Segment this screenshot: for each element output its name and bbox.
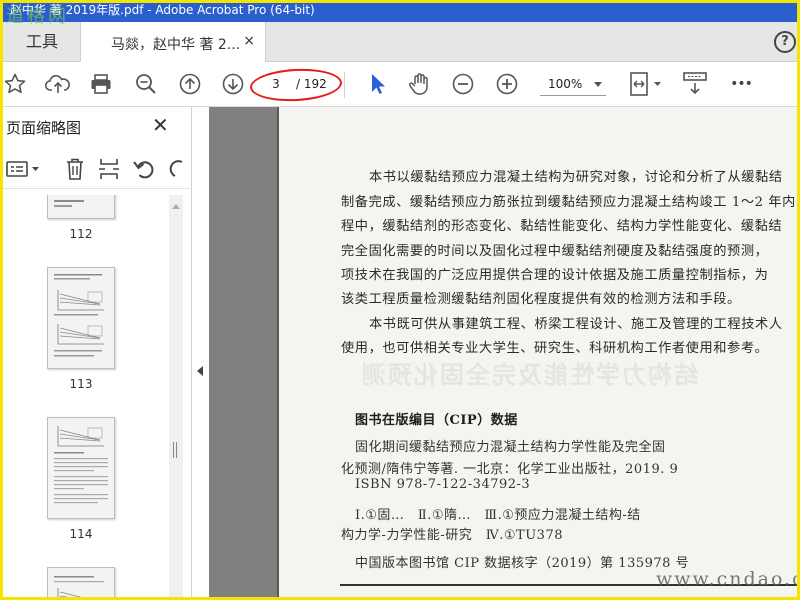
thumbnail-page-label: 113 xyxy=(69,377,93,391)
body-text-line: 本书以缓黏结预应力混凝土结构为研究对象，讨论和分析了从缓黏结 xyxy=(369,170,783,185)
read-mode-icon[interactable] xyxy=(680,70,710,98)
cip-text-line: 化预测/隋伟宁等著. 一北京：化学工业出版社，2019. 9 xyxy=(341,462,679,477)
thumbnail-page-label: 112 xyxy=(69,227,93,241)
cip-text-line: 中国版本图书馆 CIP 数据核字（2019）第 135978 号 xyxy=(355,556,690,571)
page-thumbnail[interactable] xyxy=(47,567,115,600)
body-text-line: 完全固化需要的时间以及固化过程中缓黏结剂硬度及黏结强度的预测， xyxy=(341,244,769,259)
help-icon[interactable]: ? xyxy=(774,31,796,53)
cip-text-line: Ⅰ.①固… Ⅱ.①隋… Ⅲ.①预应力混凝土结构-结 xyxy=(355,508,641,523)
page-thumbnails-panel: 页面缩略图 ✕ 112 113 114 xyxy=(0,107,192,600)
window-title-bar: 赵中华 著 2019年版.pdf - Adobe Acrobat Pro (64… xyxy=(0,0,800,22)
thumbnail-page-label: 114 xyxy=(69,527,93,541)
cip-heading: 图书在版编目（CIP）数据 xyxy=(355,413,518,428)
rotate-clockwise-icon[interactable] xyxy=(166,157,184,181)
page-thumbnail[interactable] xyxy=(47,267,115,369)
rotate-counterclockwise-icon[interactable] xyxy=(132,157,156,181)
zoom-in-icon[interactable] xyxy=(492,70,522,98)
scrollbar-thumb[interactable] xyxy=(173,442,177,458)
zoom-level-dropdown[interactable]: 100% xyxy=(540,74,606,96)
show-through-text: 结构力学性能及完全固化预测 xyxy=(360,360,698,389)
body-text-line: 制备完成、缓黏结预应力筋张拉到缓黏结预应力混凝土结构竣工 1～2 年内 xyxy=(341,195,796,210)
panel-title: 页面缩略图 xyxy=(6,119,82,137)
bookmark-star-icon[interactable] xyxy=(0,70,30,98)
cip-text-line: 构力学-力学性能-研究 Ⅳ.①TU378 xyxy=(341,528,563,543)
tab-bar: 工具 马燚，赵中华 著 2... × ? xyxy=(0,22,800,63)
body-text-line: 项技术在我国的广泛应用提供合理的设计依据及施工质量控制指标，为 xyxy=(341,268,769,283)
page-thumbnail[interactable] xyxy=(47,195,115,219)
watermark-bottom-right: www.cndao.com xyxy=(656,568,800,590)
zoom-out-icon[interactable] xyxy=(448,70,478,98)
previous-page-icon[interactable] xyxy=(175,70,205,98)
zoom-level-value: 100% xyxy=(548,77,583,91)
cip-text-line: ISBN 978-7-122-34792-3 xyxy=(355,477,531,492)
watermark-top-left: 道格网 xyxy=(6,6,69,27)
more-options-icon[interactable]: ••• xyxy=(726,70,756,98)
toolbar-divider xyxy=(344,72,345,98)
fit-page-icon[interactable] xyxy=(626,70,666,98)
hand-tool-icon[interactable] xyxy=(405,70,435,98)
current-page-input[interactable]: 3 xyxy=(262,74,290,94)
body-text-line: 使用，也可供相关专业大学生、研究生、科研机构工作者使用和参考。 xyxy=(341,341,769,356)
panel-collapse-strip xyxy=(193,107,209,600)
select-cursor-icon[interactable] xyxy=(362,70,392,98)
chevron-down-icon xyxy=(594,82,602,87)
delete-page-icon[interactable] xyxy=(64,157,86,181)
tab-tools[interactable]: 工具 xyxy=(4,22,80,62)
main-toolbar: 3 / 192 100% ••• xyxy=(0,62,800,107)
page-thumbnail[interactable] xyxy=(47,417,115,519)
cip-text-line: 固化期间缓黏结预应力混凝土结构力学性能及完全固 xyxy=(355,440,666,455)
thumbnail-list: 112 113 114 xyxy=(0,195,186,600)
thumbnail-scrollbar[interactable] xyxy=(169,195,183,600)
total-pages-label: / 192 xyxy=(296,77,327,91)
panel-toolbar xyxy=(0,149,192,189)
tab-close-icon[interactable]: × xyxy=(243,33,255,49)
scroll-up-arrow-icon[interactable] xyxy=(172,204,180,209)
print-icon[interactable] xyxy=(86,70,116,98)
next-page-icon[interactable] xyxy=(218,70,248,98)
upload-cloud-icon[interactable] xyxy=(43,70,73,98)
zoom-out-search-icon[interactable] xyxy=(131,70,161,98)
body-text-line: 该类工程质量检测缓黏结剂固化程度提供有效的检测方法和手段。 xyxy=(341,292,741,307)
thumbnail-options-icon[interactable] xyxy=(6,157,42,181)
collapse-panel-arrow-icon[interactable] xyxy=(197,366,203,376)
insert-page-icon[interactable] xyxy=(98,157,120,181)
body-text-line: 本书既可供从事建筑工程、桥梁工程设计、施工及管理的工程技术人 xyxy=(369,317,783,332)
tab-document-title: 马燚，赵中华 著 2... xyxy=(111,37,241,53)
body-text-line: 程中，缓黏结剂的形态变化、黏结性能变化、结构力学性能变化、缓黏结 xyxy=(341,219,783,234)
tab-document[interactable]: 马燚，赵中华 著 2... × xyxy=(80,22,266,63)
close-panel-icon[interactable]: ✕ xyxy=(152,113,169,137)
